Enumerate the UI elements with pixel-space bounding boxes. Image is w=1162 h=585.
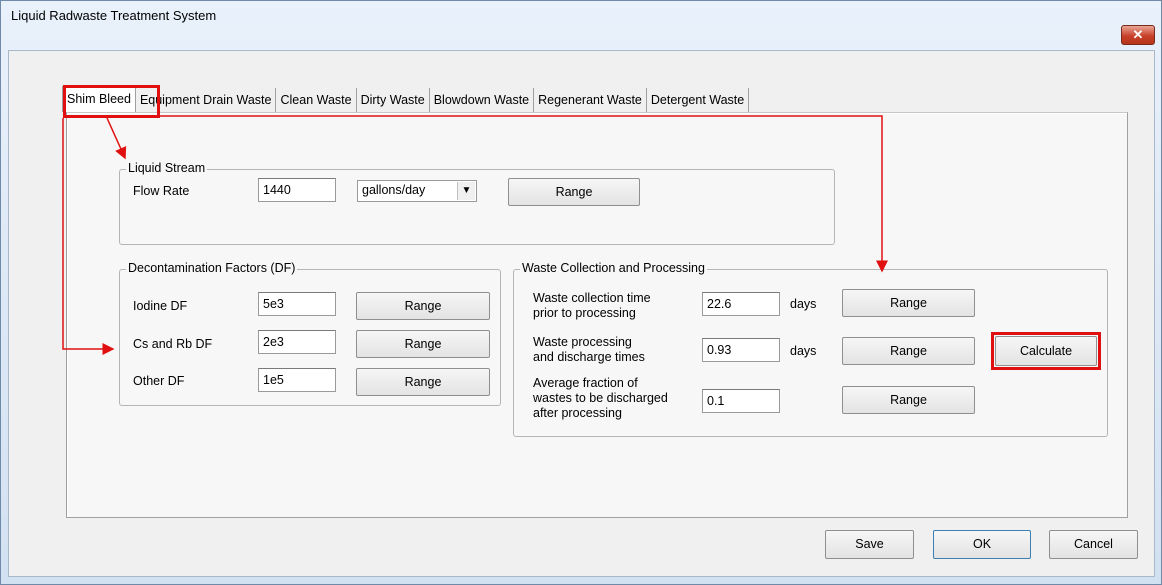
flow-units-value: gallons/day bbox=[362, 183, 426, 197]
other-df-label: Other DF bbox=[133, 374, 185, 388]
other-df-field[interactable] bbox=[258, 368, 336, 392]
close-icon: ✕ bbox=[1132, 27, 1144, 42]
flow-rate-field[interactable] bbox=[258, 178, 336, 202]
tab-dirty-waste[interactable]: Dirty Waste bbox=[356, 88, 430, 112]
discharge-fraction-field[interactable] bbox=[702, 389, 780, 413]
tab-blowdown-waste[interactable]: Blowdown Waste bbox=[429, 88, 535, 112]
close-button[interactable]: ✕ bbox=[1121, 25, 1155, 45]
processing-time-label-line1: Waste processing bbox=[533, 335, 632, 349]
liquid-stream-group: Liquid Stream bbox=[119, 161, 835, 245]
collection-time-label-line2: prior to processing bbox=[533, 306, 636, 320]
liquid-stream-title: Liquid Stream bbox=[126, 161, 208, 175]
discharge-fraction-range-button[interactable]: Range bbox=[842, 386, 975, 414]
iodine-df-field[interactable] bbox=[258, 292, 336, 316]
chevron-down-icon[interactable]: ▼ bbox=[457, 182, 475, 200]
window-title: Liquid Radwaste Treatment System bbox=[11, 8, 217, 23]
collection-time-field[interactable] bbox=[702, 292, 780, 316]
tab-regenerant-waste[interactable]: Regenerant Waste bbox=[534, 88, 647, 112]
processing-time-field[interactable] bbox=[702, 338, 780, 362]
cs-rb-df-range-button[interactable]: Range bbox=[356, 330, 490, 358]
collection-time-label-line1: Waste collection time bbox=[533, 291, 651, 305]
tab-detergent-waste[interactable]: Detergent Waste bbox=[646, 88, 750, 112]
flow-units-select[interactable]: gallons/day ▼ bbox=[357, 180, 477, 202]
discharge-fraction-label-line2: wastes to be discharged bbox=[533, 391, 668, 405]
calculate-highlight bbox=[991, 332, 1101, 370]
cancel-button[interactable]: Cancel bbox=[1049, 530, 1138, 559]
title-bar[interactable]: Liquid Radwaste Treatment System ✕ bbox=[1, 1, 1161, 45]
collection-time-range-button[interactable]: Range bbox=[842, 289, 975, 317]
flow-rate-label: Flow Rate bbox=[133, 184, 190, 198]
iodine-df-label: Iodine DF bbox=[133, 299, 188, 313]
tab-strip: Shim Bleed Equipment Drain Waste Clean W… bbox=[62, 86, 750, 112]
waste-collection-title: Waste Collection and Processing bbox=[520, 261, 707, 275]
tab-clean-waste[interactable]: Clean Waste bbox=[276, 88, 357, 112]
processing-time-range-button[interactable]: Range bbox=[842, 337, 975, 365]
processing-time-label-line2: and discharge times bbox=[533, 350, 645, 364]
ok-button[interactable]: OK bbox=[933, 530, 1031, 559]
shim-bleed-highlight bbox=[63, 85, 160, 118]
processing-time-unit: days bbox=[790, 344, 817, 358]
save-button[interactable]: Save bbox=[825, 530, 914, 559]
cs-rb-df-field[interactable] bbox=[258, 330, 336, 354]
iodine-df-range-button[interactable]: Range bbox=[356, 292, 490, 320]
flow-rate-range-button[interactable]: Range bbox=[508, 178, 640, 206]
discharge-fraction-label-line3: after processing bbox=[533, 406, 622, 420]
df-title: Decontamination Factors (DF) bbox=[126, 261, 298, 275]
other-df-range-button[interactable]: Range bbox=[356, 368, 490, 396]
collection-time-unit: days bbox=[790, 297, 817, 311]
discharge-fraction-label-line1: Average fraction of bbox=[533, 376, 638, 390]
cs-rb-df-label: Cs and Rb DF bbox=[133, 337, 213, 351]
